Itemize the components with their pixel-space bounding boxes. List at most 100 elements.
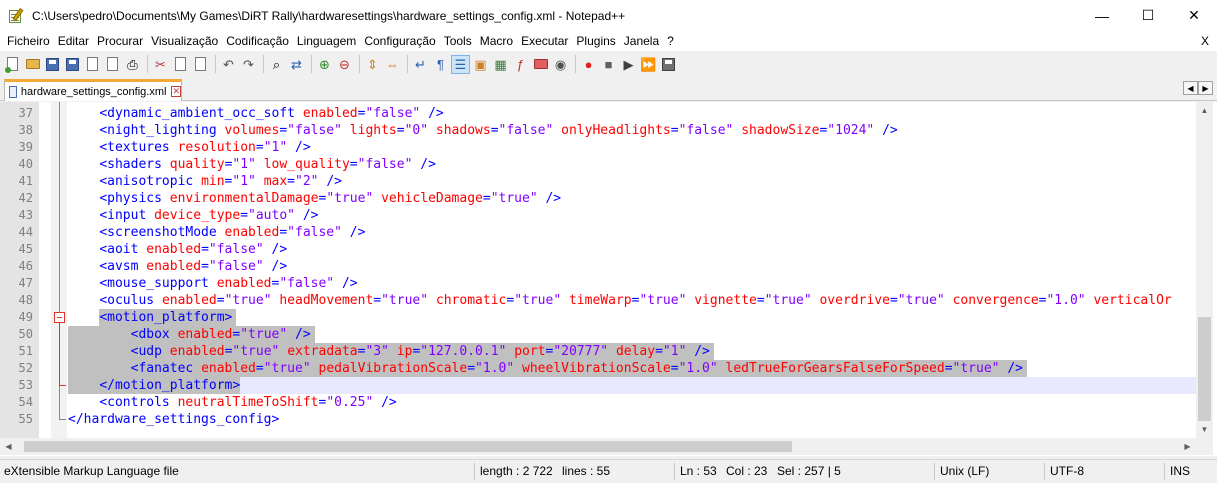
menu-linguagem[interactable]: Linguagem [293,31,360,51]
editor-line[interactable]: 47 <mouse_support enabled="false" /> [0,275,1196,292]
close-tab-icon[interactable]: ✕ [171,86,181,97]
new-file-icon[interactable] [4,56,21,73]
zoom-in-icon[interactable]: ⊕ [316,56,333,73]
monitoring-icon[interactable]: ◉ [552,56,569,73]
menu-visualizacao[interactable]: Visualização [147,31,222,51]
editor-line[interactable]: 39 <textures resolution="1" /> [0,139,1196,156]
word-wrap-icon[interactable]: ↵ [412,56,429,73]
menu-editar[interactable]: Editar [54,31,93,51]
menu-tools[interactable]: Tools [440,31,476,51]
editor-line[interactable]: 48 <oculus enabled="true" headMovement="… [0,292,1196,309]
sync-horizontal-icon[interactable]: ⇔ [384,56,401,73]
scroll-left-icon[interactable]: ◀ [0,438,17,455]
undo-icon[interactable]: ↶ [220,56,237,73]
paste-icon[interactable] [192,56,209,73]
cut-icon[interactable]: ✂ [152,56,169,73]
status-divider [934,463,935,480]
xml-attribute: overdrive [819,293,890,308]
menu-macro[interactable]: Macro [476,31,517,51]
print-icon[interactable]: ⎙ [124,56,141,73]
minimize-button[interactable]: — [1079,0,1125,31]
close-document-button[interactable]: X [1201,31,1209,51]
folder-workspace-icon[interactable] [532,56,549,73]
menu-ficheiro[interactable]: Ficheiro [3,31,54,51]
horizontal-scrollbar[interactable]: ◀ ▶ [0,438,1196,455]
xml-attribute: neutralTimeToShift [177,395,319,410]
user-language-icon[interactable]: ▣ [472,56,489,73]
vertical-scroll-thumb[interactable] [1198,317,1211,421]
close-window-button[interactable]: ✕ [1171,0,1217,31]
menu-executar[interactable]: Executar [517,31,572,51]
tab-scroll-left-icon[interactable]: ◀ [1183,81,1198,95]
editor-line[interactable]: 37 <dynamic_ambient_occ_soft enabled="fa… [0,105,1196,122]
play-macro-icon[interactable]: ▶ [620,56,637,73]
function-list-icon[interactable]: ƒ [512,56,529,73]
find-icon[interactable]: ⌕ [268,56,285,73]
editor-line[interactable]: 38 <night_lighting volumes="false" light… [0,122,1196,139]
vertical-scrollbar[interactable]: ▲ ▼ [1196,102,1213,438]
scroll-right-icon[interactable]: ▶ [1179,438,1196,455]
editor-line[interactable]: 41 <anisotropic min="1" max="2" /> [0,173,1196,190]
close-icon[interactable] [84,56,101,73]
editor-line[interactable]: 50 <dbox enabled="true" /> [0,326,1196,343]
scroll-down-icon[interactable]: ▼ [1196,421,1213,438]
line-number: 53 [18,378,33,392]
save-macro-icon[interactable] [660,56,677,73]
tab-hardware-settings-config[interactable]: hardware_settings_config.xml ✕ [4,79,182,101]
editor-pane[interactable]: 37 <dynamic_ambient_occ_soft enabled="fa… [0,102,1217,456]
replace-icon[interactable]: ⇄ [288,56,305,73]
editor-line[interactable]: 54 <controls neutralTimeToShift="0.25" /… [0,394,1196,411]
status-divider [1044,463,1045,480]
stop-record-icon[interactable]: ■ [600,56,617,73]
indent-guide-icon[interactable]: ☰ [451,54,470,74]
save-all-icon[interactable] [64,56,81,73]
menu-procurar[interactable]: Procurar [93,31,147,51]
status-divider [674,463,675,480]
editor-line[interactable]: 55 </hardware_settings_config> [0,411,1196,428]
maximize-button[interactable]: ☐ [1125,0,1171,31]
xml-tag: <motion_platform> [99,310,233,325]
tab-scroll-right-icon[interactable]: ▶ [1198,81,1213,95]
scroll-up-icon[interactable]: ▲ [1196,102,1213,119]
menu-plugins[interactable]: Plugins [572,31,619,51]
status-eol[interactable]: Unix (LF) [936,460,989,483]
editor-line[interactable]: 51 <udp enabled="true" extradata="3" ip=… [0,343,1196,360]
xml-value: "false" [365,106,421,121]
editor-line[interactable]: 43 <input device_type="auto" /> [0,207,1196,224]
save-icon[interactable] [44,56,61,73]
show-all-chars-icon[interactable]: ¶ [432,56,449,73]
status-insert-mode[interactable]: INS [1166,460,1190,483]
status-encoding[interactable]: UTF-8 [1046,460,1084,483]
zoom-out-icon[interactable]: ⊖ [336,56,353,73]
horizontal-scroll-thumb[interactable] [24,441,792,452]
editor-line[interactable]: 45 <aoit enabled="false" /> [0,241,1196,258]
open-folder-icon[interactable] [24,56,41,73]
xml-attribute: lights [349,123,397,138]
editor-line[interactable]: 53 </motion_platform> [0,377,1196,394]
menu-configuracao[interactable]: Configuração [360,31,439,51]
menu-codificacao[interactable]: Codificação [222,31,293,51]
xml-tag: = [670,123,679,138]
sync-vertical-icon[interactable]: ⇕ [364,56,381,73]
menu-help[interactable]: ? [663,31,678,51]
editor-line[interactable]: 44 <screenshotMode enabled="false" /> [0,224,1196,241]
menu-janela[interactable]: Janela [620,31,663,51]
copy-icon[interactable] [172,56,189,73]
editor-line[interactable]: 42 <physics environmentalDamage="true" v… [0,190,1196,207]
close-all-icon[interactable] [104,56,121,73]
record-macro-icon[interactable]: ● [580,56,597,73]
editor-line[interactable]: 46 <avsm enabled="false" /> [0,258,1196,275]
editor-line[interactable]: 52 <fanatec enabled="true" pedalVibratio… [0,360,1196,377]
fold-toggle-icon[interactable] [54,312,65,323]
editor-line[interactable]: 49 <motion_platform> [0,309,1196,326]
xml-tag: <oculus [99,293,155,308]
xml-tag: <night_lighting [99,123,217,138]
run-macro-multiple-icon[interactable]: ⏩ [640,56,657,73]
editor-line[interactable]: 40 <shaders quality="1" low_quality="fal… [0,156,1196,173]
redo-icon[interactable]: ↷ [240,56,257,73]
document-map-icon[interactable]: ▦ [492,56,509,73]
